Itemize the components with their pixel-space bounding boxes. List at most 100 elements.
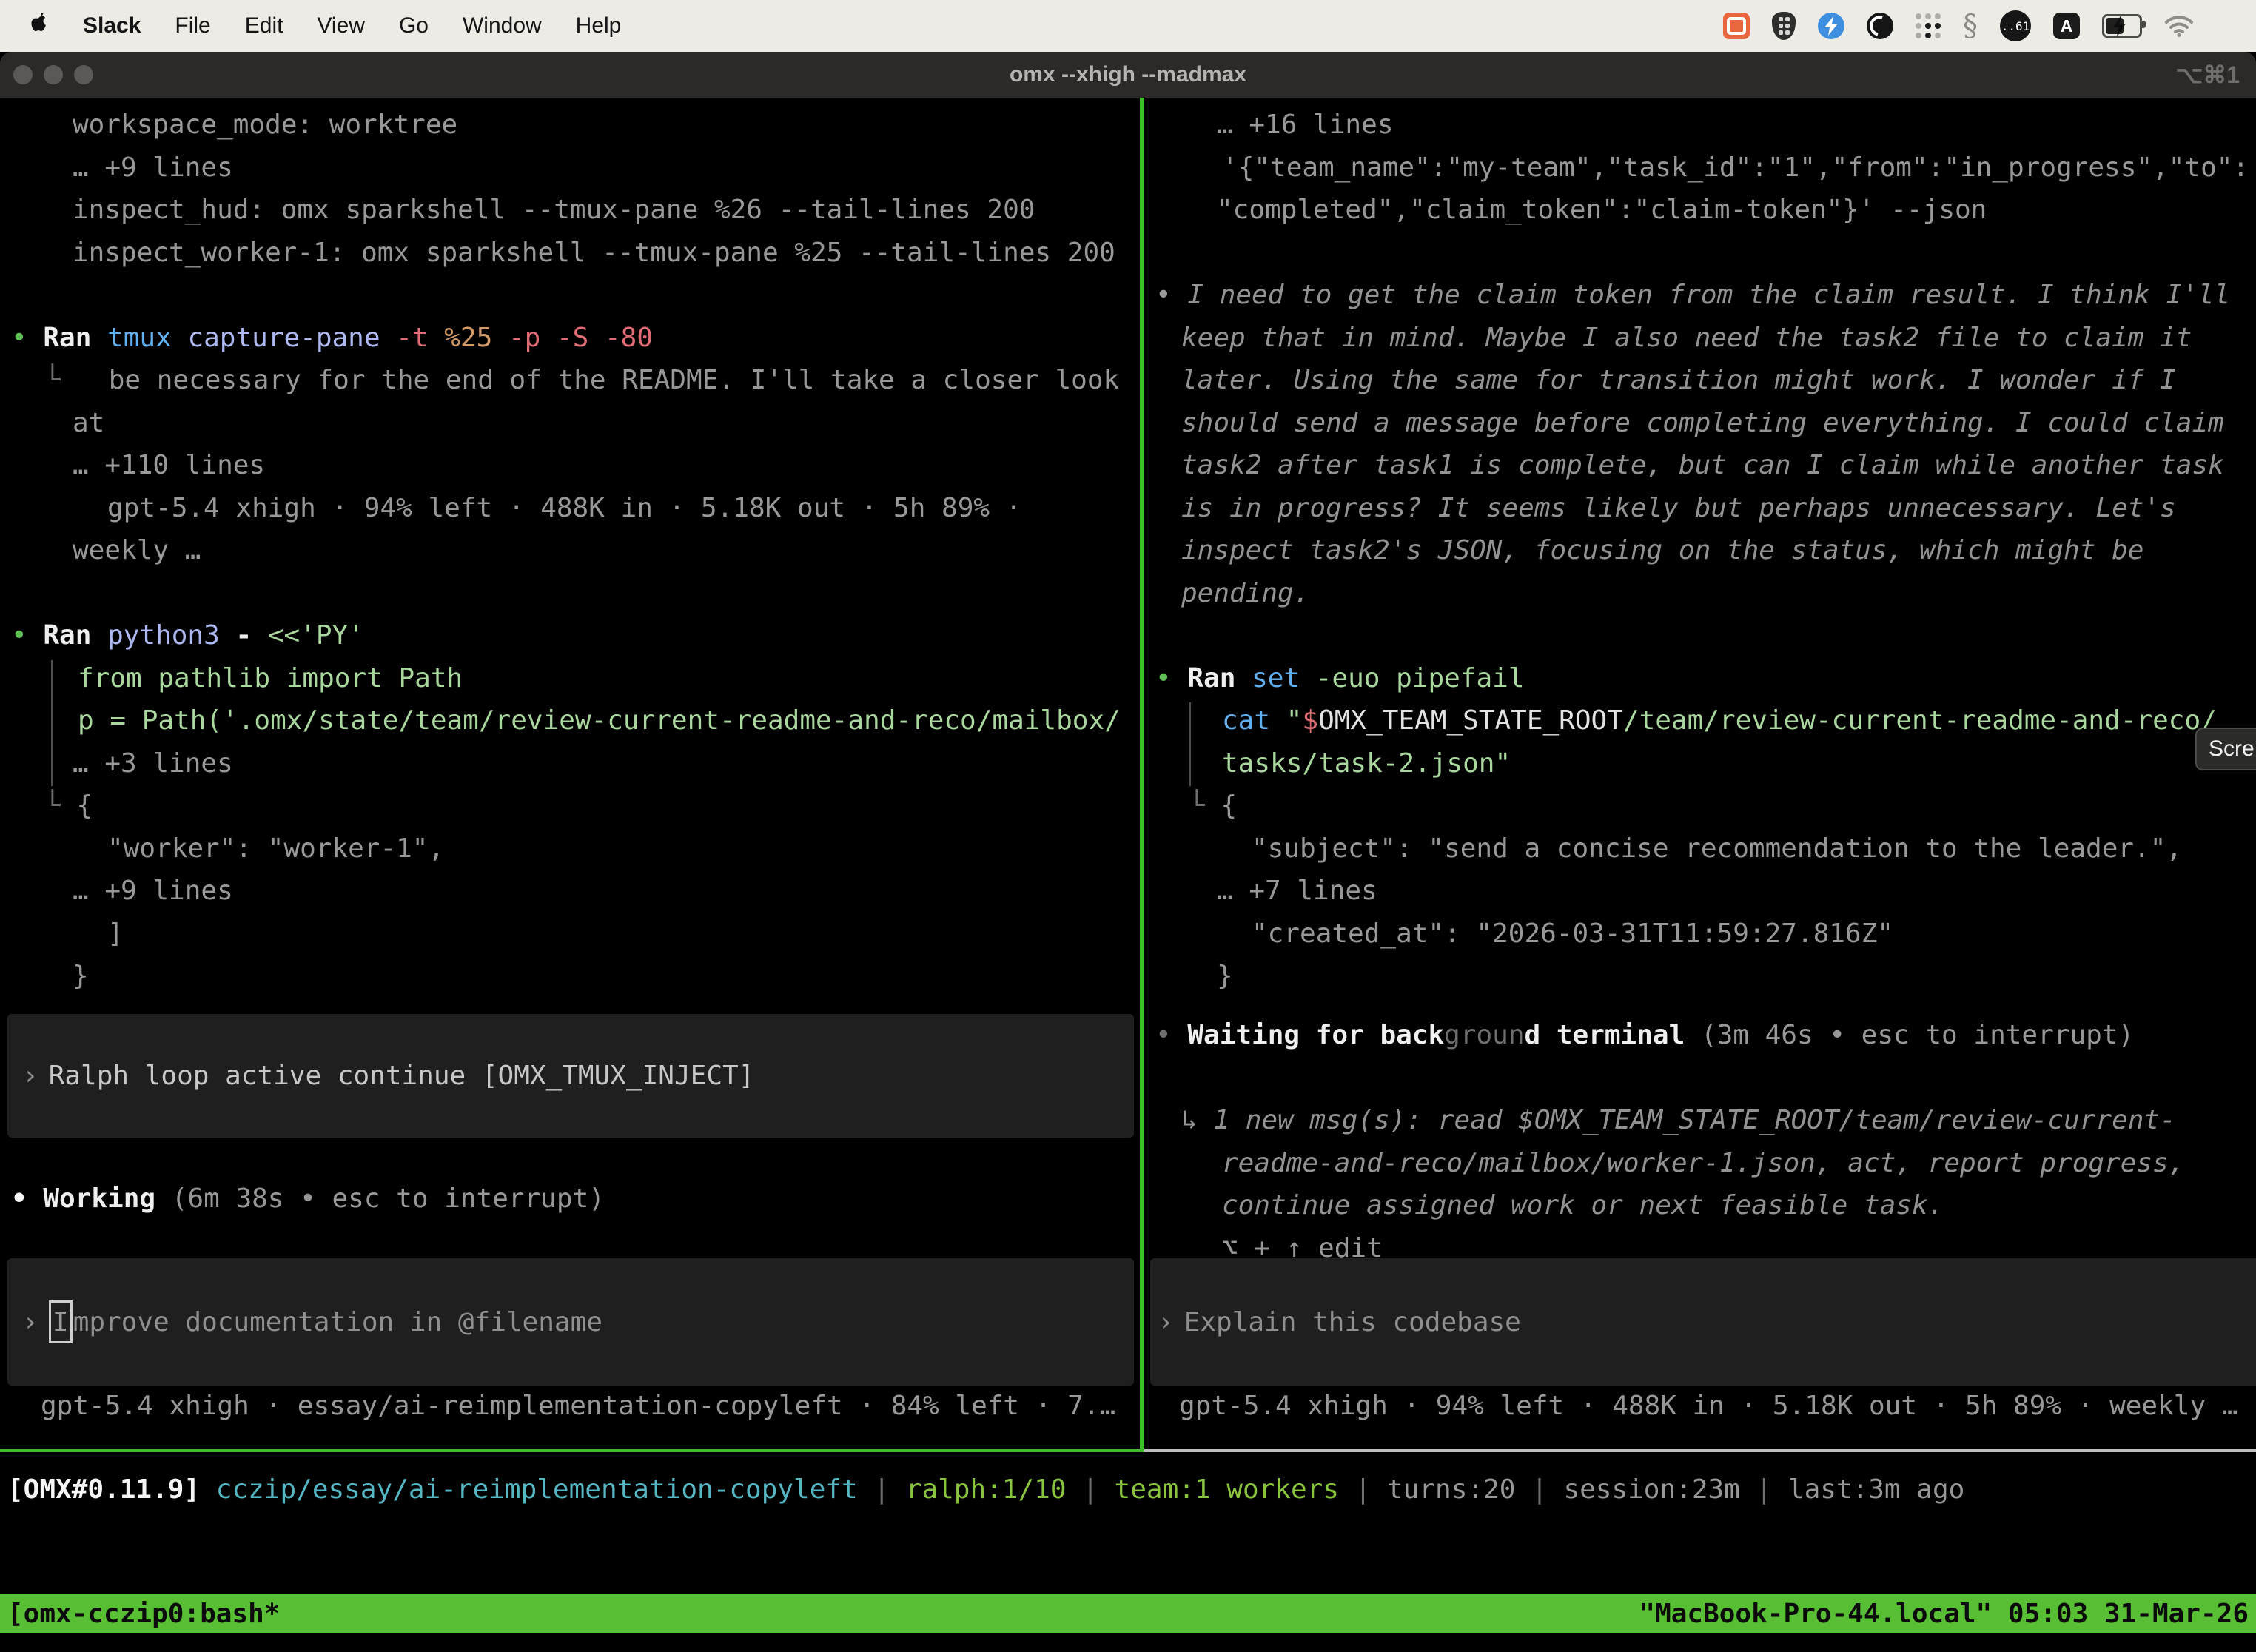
- zoom-button[interactable]: [74, 65, 93, 84]
- transcript-line: inspect_hud: omx sparkshell --tmux-pane …: [0, 189, 1140, 232]
- chat-icon[interactable]: [1723, 13, 1750, 39]
- battery-icon[interactable]: [2102, 14, 2142, 38]
- transcript-line: [1144, 614, 2256, 657]
- menu-item-go[interactable]: Go: [399, 13, 429, 38]
- lightning-icon[interactable]: [1818, 13, 1844, 39]
- transcript-line: • Ran python3 - <<'PY': [0, 614, 1140, 657]
- transcript-line: [1144, 1057, 2256, 1100]
- terminal-window: omx --xhigh --madmax ⌥⌘1 workspace_mode:…: [0, 52, 2256, 1652]
- menu-item-file[interactable]: File: [175, 13, 210, 38]
- transcript-line: tasks/task-2.json": [1144, 742, 2256, 785]
- chevron-prompt: ›: [7, 1307, 38, 1337]
- transcript-line: from pathlib import Path: [0, 657, 1140, 700]
- transcript-line: … +7 lines: [1144, 870, 2256, 913]
- transcript-line: }: [0, 955, 1140, 998]
- left-pane-transcript: workspace_mode: worktree… +9 linesinspec…: [0, 104, 1140, 998]
- left-pane-statusline: gpt-5.4 xhigh · essay/ai-reimplementatio…: [0, 1385, 1140, 1428]
- transcript-line: • Ran set -euo pipefail: [1144, 657, 2256, 700]
- prompt-input-right[interactable]: › Explain this codebase: [1150, 1258, 2256, 1386]
- transcript-line: [0, 572, 1140, 615]
- transcript-line: should send a message before completing …: [1144, 402, 2256, 445]
- tmux-host-clock: "MacBook-Pro-44.local" 05:03 31-Mar-26: [1639, 1599, 2249, 1629]
- menu-item-help[interactable]: Help: [576, 13, 622, 38]
- menu-item-view[interactable]: View: [317, 13, 364, 38]
- transcript-line: task2 after task1 is complete, but can I…: [1144, 444, 2256, 487]
- transcript-line: p = Path('.omx/state/team/review-current…: [0, 699, 1140, 742]
- transcript-line: workspace_mode: worktree: [0, 104, 1140, 147]
- transcript-line: └ {: [0, 785, 1140, 827]
- right-pane-transcript: … +16 lines'{"team_name":"my-team","task…: [1144, 104, 2256, 998]
- screen-tooltip: Scre: [2195, 728, 2256, 770]
- apple-menu[interactable]: [30, 11, 49, 41]
- input-placeholder: Explain this codebase: [1184, 1307, 1521, 1337]
- transcript-line: └ be necessary for the end of the README…: [0, 359, 1140, 402]
- window-title: omx --xhigh --madmax: [1010, 62, 1246, 87]
- active-border-segment: [0, 1449, 1144, 1452]
- ralph-loop-banner: › Ralph loop active continue [OMX_TMUX_I…: [7, 1014, 1134, 1138]
- transcript-line: }: [1144, 955, 2256, 998]
- input-placeholder: mprove documentation in @filename: [73, 1307, 602, 1337]
- shield-grid-icon[interactable]: [1772, 12, 1796, 40]
- transcript-line: cat "$OMX_TEAM_STATE_ROOT/team/review-cu…: [1144, 699, 2256, 742]
- left-pane[interactable]: workspace_mode: worktree… +9 linesinspec…: [0, 98, 1140, 1449]
- pane-bottom-border: [0, 1449, 2256, 1452]
- transcript-line: … +3 lines: [0, 742, 1140, 785]
- transcript-line: … +9 lines: [0, 147, 1140, 189]
- app-menu-slack[interactable]: Slack: [83, 13, 141, 38]
- menu-item-window[interactable]: Window: [463, 13, 542, 38]
- transcript-line: keep that in mind. Maybe I also need the…: [1144, 317, 2256, 360]
- transcript-line: … +16 lines: [1144, 104, 2256, 147]
- transcript-line: is in progress? It seems likely but perh…: [1144, 487, 2256, 530]
- menu-item-edit[interactable]: Edit: [245, 13, 283, 38]
- transcript-line: "created_at": "2026-03-31T11:59:27.816Z": [1144, 913, 2256, 956]
- tmux-status-bar[interactable]: [omx-cczip0:bash* "MacBook-Pro-44.local"…: [0, 1594, 2256, 1633]
- transcript-line: [0, 274, 1140, 317]
- transcript-line: inspect_worker-1: omx sparkshell --tmux-…: [0, 232, 1140, 275]
- screen-record-icon[interactable]: [1867, 13, 1893, 39]
- transcript-line: '{"team_name":"my-team","task_id":"1","f…: [1144, 147, 2256, 189]
- transcript-line: later. Using the same for transition mig…: [1144, 359, 2256, 402]
- hook-icon[interactable]: §: [1963, 9, 1978, 43]
- window-titlebar[interactable]: omx --xhigh --madmax ⌥⌘1: [0, 52, 2256, 98]
- transcript-line: inspect task2's JSON, focusing on the st…: [1144, 529, 2256, 572]
- transcript-line: … +9 lines: [0, 870, 1140, 913]
- keyboard-a-icon[interactable]: A: [2053, 13, 2080, 39]
- transcript-line: [1144, 232, 2256, 275]
- text-cursor: I: [49, 1300, 73, 1343]
- chevron-prompt: ›: [7, 1061, 38, 1091]
- traffic-lights: [13, 65, 93, 84]
- prompt-input-left[interactable]: › I mprove documentation in @filename: [7, 1258, 1134, 1386]
- transcript-line: ↳ 1 new msg(s): read $OMX_TEAM_STATE_ROO…: [1144, 1099, 2256, 1142]
- window-shortcut: ⌥⌘1: [2175, 61, 2240, 89]
- wifi-icon[interactable]: [2164, 15, 2194, 37]
- right-pane[interactable]: … +16 lines'{"team_name":"my-team","task…: [1144, 98, 2256, 1449]
- transcript-line: continue assigned work or next feasible …: [1144, 1184, 2256, 1227]
- transcript-line: • Ran tmux capture-pane -t %25 -p -S -80: [0, 317, 1140, 360]
- tmux-panes: workspace_mode: worktree… +9 linesinspec…: [0, 98, 2256, 1449]
- dots-grid-icon[interactable]: [1916, 13, 1941, 38]
- right-pane-statusline: gpt-5.4 xhigh · 94% left · 488K in · 5.1…: [1144, 1385, 2256, 1428]
- transcript-line: … +110 lines: [0, 444, 1140, 487]
- transcript-line: gpt-5.4 xhigh · 94% left · 488K in · 5.1…: [0, 487, 1140, 530]
- close-button[interactable]: [13, 65, 33, 84]
- working-status-line: • Working (6m 38s • esc to interrupt): [0, 1178, 1140, 1220]
- battery-percent-icon[interactable]: ..61: [2000, 10, 2031, 41]
- transcript-line: "worker": "worker-1",: [0, 827, 1140, 870]
- waiting-status-block: • Waiting for background terminal (3m 46…: [1144, 1014, 2256, 1269]
- menu-bar: Slack File Edit View Go Window Help § ..…: [0, 0, 2256, 52]
- transcript-line: readme-and-reco/mailbox/worker-1.json, a…: [1144, 1142, 2256, 1185]
- transcript-line: • I need to get the claim token from the…: [1144, 274, 2256, 317]
- minimize-button[interactable]: [44, 65, 63, 84]
- transcript-line: • Waiting for background terminal (3m 46…: [1144, 1014, 2256, 1057]
- transcript-line: "completed","claim_token":"claim-token"}…: [1144, 189, 2256, 232]
- omx-session-statusline: [OMX#0.11.9] cczip/essay/ai-reimplementa…: [7, 1468, 2256, 1511]
- transcript-line: ]: [0, 913, 1140, 956]
- transcript-line: └ {: [1144, 785, 2256, 827]
- transcript-line: "subject": "send a concise recommendatio…: [1144, 827, 2256, 870]
- menu-status-icons: § ..61 A: [1723, 9, 2256, 43]
- transcript-line: pending.: [1144, 572, 2256, 615]
- chevron-prompt: ›: [1150, 1307, 1174, 1337]
- transcript-line: weekly …: [0, 529, 1140, 572]
- tmux-session-label: [omx-cczip0:bash*: [7, 1599, 280, 1629]
- ralph-loop-text: Ralph loop active continue [OMX_TMUX_INJ…: [49, 1061, 755, 1091]
